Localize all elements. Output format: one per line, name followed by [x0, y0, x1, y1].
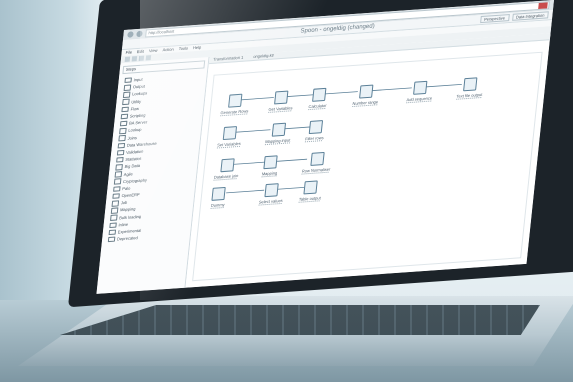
save-icon[interactable]	[138, 55, 145, 61]
folder-icon	[114, 171, 123, 178]
step-node[interactable]: Set Variables	[217, 126, 243, 147]
folder-icon	[113, 178, 122, 185]
step-icon	[263, 155, 278, 170]
step-node[interactable]: Table output	[299, 180, 323, 202]
tree-item-label: Output	[132, 83, 146, 90]
folder-icon	[118, 135, 126, 142]
step-node[interactable]: Add sequence	[406, 80, 434, 102]
step-icon	[311, 87, 326, 102]
new-file-icon[interactable]	[124, 56, 131, 62]
folder-icon	[108, 229, 117, 236]
tab-transformation[interactable]: Transformation 1	[213, 55, 244, 63]
laptop-photo: http://localhost Spoon - ongeldig (chang…	[0, 0, 573, 382]
tree-item-label: Joins	[127, 134, 138, 141]
step-label: Dummy	[210, 201, 225, 208]
save-as-icon[interactable]	[145, 55, 152, 61]
tree-item-label: Palo	[122, 185, 131, 192]
laptop-screen: http://localhost Spoon - ongeldig (chang…	[96, 0, 554, 294]
step-node[interactable]: Database join	[214, 158, 241, 180]
folder-icon	[116, 156, 124, 163]
tree-item-label: Job	[120, 200, 128, 206]
tree-item-label: Input	[133, 76, 143, 83]
tree-item-label: Agile	[123, 170, 134, 177]
tree-item-label: Utility	[131, 98, 142, 105]
step-node[interactable]: Mapping input	[265, 122, 292, 144]
folder-icon	[111, 200, 120, 207]
step-icon	[271, 122, 287, 137]
step-node[interactable]: Get Variables	[268, 90, 294, 112]
back-icon[interactable]	[127, 31, 134, 38]
tree-item-label: Inline	[118, 221, 129, 228]
step-node[interactable]: Mapping	[262, 155, 279, 176]
folder-icon	[110, 207, 119, 214]
workspace: Steps Input Output Lookups Utility Flow Scrip…	[96, 33, 551, 294]
step-node[interactable]: Number range	[352, 84, 380, 106]
step-node[interactable]: Row Normaliser	[302, 151, 333, 174]
step-node[interactable]: Filter rows	[305, 120, 326, 141]
folder-icon	[109, 222, 117, 229]
step-node[interactable]: Dummy	[210, 186, 227, 208]
folder-icon	[122, 91, 131, 98]
step-icon	[463, 77, 478, 92]
folder-icon	[123, 84, 132, 91]
folder-icon	[110, 214, 118, 221]
menu-item[interactable]: Action	[162, 47, 174, 54]
folder-icon	[119, 127, 127, 134]
step-icon	[222, 126, 238, 141]
tree-item-label: Scripting	[129, 112, 146, 119]
folder-icon	[107, 236, 116, 243]
transformation-canvas[interactable]: Generate Rows Get Variables Calculator Numb…	[192, 51, 543, 282]
folder-icon	[115, 164, 123, 171]
folder-icon	[119, 120, 128, 127]
step-icon	[308, 120, 323, 135]
step-icon	[211, 186, 227, 201]
step-icon	[264, 183, 280, 198]
step-node[interactable]: Select values	[259, 183, 285, 205]
forward-icon[interactable]	[136, 30, 143, 38]
menu-item[interactable]: File	[125, 49, 132, 55]
step-node[interactable]: Text file output	[456, 77, 484, 99]
hop-line[interactable]	[226, 189, 265, 194]
step-icon	[274, 90, 289, 105]
menu-item[interactable]: Help	[193, 45, 202, 52]
menu-item[interactable]: Tools	[178, 46, 188, 53]
folder-icon	[120, 113, 129, 120]
menu-item[interactable]: View	[149, 48, 158, 55]
step-icon	[220, 158, 235, 173]
steps-tree: Input Output Lookups Utility Flow Scripting BA…	[102, 71, 207, 244]
tree-item-label: Lookups	[131, 90, 148, 97]
tree-item-label: Deprecated	[116, 235, 139, 242]
tree-item-label: Flow	[130, 105, 140, 112]
tree-item-label: Lookup	[128, 127, 142, 134]
step-icon	[413, 80, 428, 95]
menu-item[interactable]: Edit	[137, 49, 144, 56]
open-file-icon[interactable]	[131, 56, 138, 62]
tab-ongeldig[interactable]: ongeldig.ktr	[253, 52, 274, 59]
folder-icon	[122, 99, 130, 106]
folder-icon	[116, 149, 125, 156]
step-icon	[310, 151, 325, 166]
step-icon	[303, 180, 319, 195]
folder-icon	[121, 106, 129, 113]
design-area: Transformation 1 ongeldig.ktr Generate R…	[185, 33, 551, 288]
close-icon[interactable]	[538, 2, 548, 10]
step-node[interactable]: Calculator	[308, 87, 328, 109]
folder-icon	[112, 193, 120, 200]
step-icon	[359, 84, 374, 99]
folder-icon	[124, 77, 132, 84]
step-icon	[228, 93, 243, 108]
folder-icon	[113, 185, 121, 192]
step-node[interactable]: Generate Rows	[220, 93, 250, 115]
folder-icon	[117, 142, 126, 149]
tree-item-label: Big Data	[124, 163, 141, 170]
